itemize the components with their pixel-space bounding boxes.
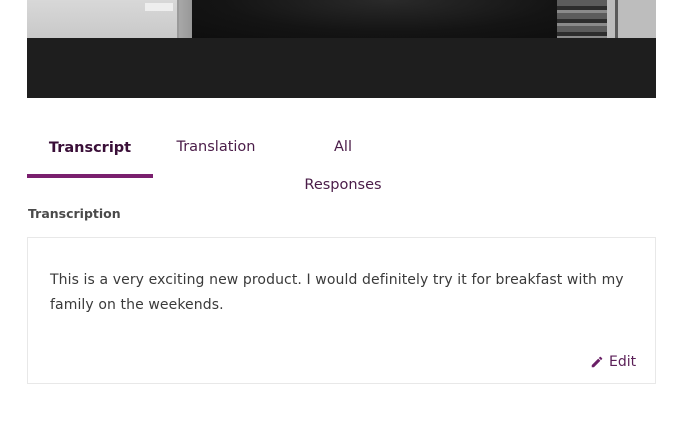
edit-button-label: Edit <box>609 354 637 370</box>
tab-all-responses-label: All Responses <box>304 139 382 193</box>
tab-transcript[interactable]: Transcript <box>27 128 153 176</box>
active-tab-indicator <box>27 174 153 178</box>
section-title: Transcription <box>28 206 121 221</box>
tab-translation-label: Translation <box>176 139 256 155</box>
tab-translation[interactable]: Translation <box>175 128 257 176</box>
transcription-text: This is a very exciting new product. I w… <box>50 272 624 313</box>
transcription-card: This is a very exciting new product. I w… <box>27 237 656 384</box>
response-tabs: Transcript Translation All Responses <box>27 128 656 193</box>
tab-transcript-label: Transcript <box>48 140 132 156</box>
tab-all-responses[interactable]: All Responses <box>295 128 391 193</box>
pencil-icon <box>590 355 604 369</box>
video-player[interactable] <box>27 0 656 98</box>
edit-button[interactable]: Edit <box>590 352 636 372</box>
video-still-image <box>27 0 656 38</box>
